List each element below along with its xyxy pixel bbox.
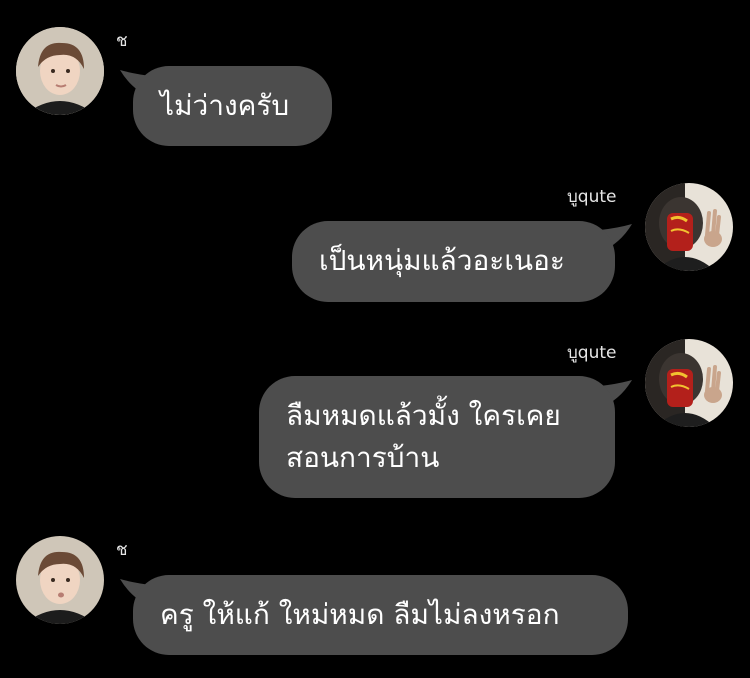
person-avatar-icon bbox=[645, 339, 733, 427]
sender-name: ช bbox=[116, 31, 128, 51]
avatar-user-left[interactable] bbox=[16, 536, 104, 624]
avatar-user-right[interactable] bbox=[645, 339, 733, 427]
sender-name: ช bbox=[116, 540, 128, 560]
message-text-line: ลืมหมดแล้วมั้ง ใครเคย bbox=[286, 399, 561, 432]
person-avatar-icon bbox=[16, 536, 104, 624]
message-text-line: สอนการบ้าน bbox=[286, 441, 440, 474]
message-text: ไม่ว่างครับ bbox=[160, 89, 290, 122]
message-bubble[interactable]: ไม่ว่างครับ bbox=[133, 66, 332, 146]
message-text: ครู ให้แก้ ใหม่หมด ลืมไม่ลงหรอก bbox=[160, 598, 560, 631]
chat-screen: { "chat": { "messages": [ { "sender": "ช… bbox=[0, 0, 750, 678]
person-avatar-icon bbox=[645, 183, 733, 271]
message-bubble[interactable]: เป็นหนุ่มแล้วอะเนอะ bbox=[292, 221, 615, 302]
message-bubble[interactable]: ครู ให้แก้ ใหม่หมด ลืมไม่ลงหรอก bbox=[133, 575, 628, 655]
avatar-user-right[interactable] bbox=[645, 183, 733, 271]
message-bubble[interactable]: ลืมหมดแล้วมั้ง ใครเคย สอนการบ้าน bbox=[259, 376, 615, 498]
message-text: เป็นหนุ่มแล้วอะเนอะ bbox=[319, 244, 565, 277]
avatar-user-left[interactable] bbox=[16, 27, 104, 115]
sender-name: บูqute bbox=[567, 187, 617, 207]
person-avatar-icon bbox=[16, 27, 104, 115]
sender-name: บูqute bbox=[567, 343, 617, 363]
